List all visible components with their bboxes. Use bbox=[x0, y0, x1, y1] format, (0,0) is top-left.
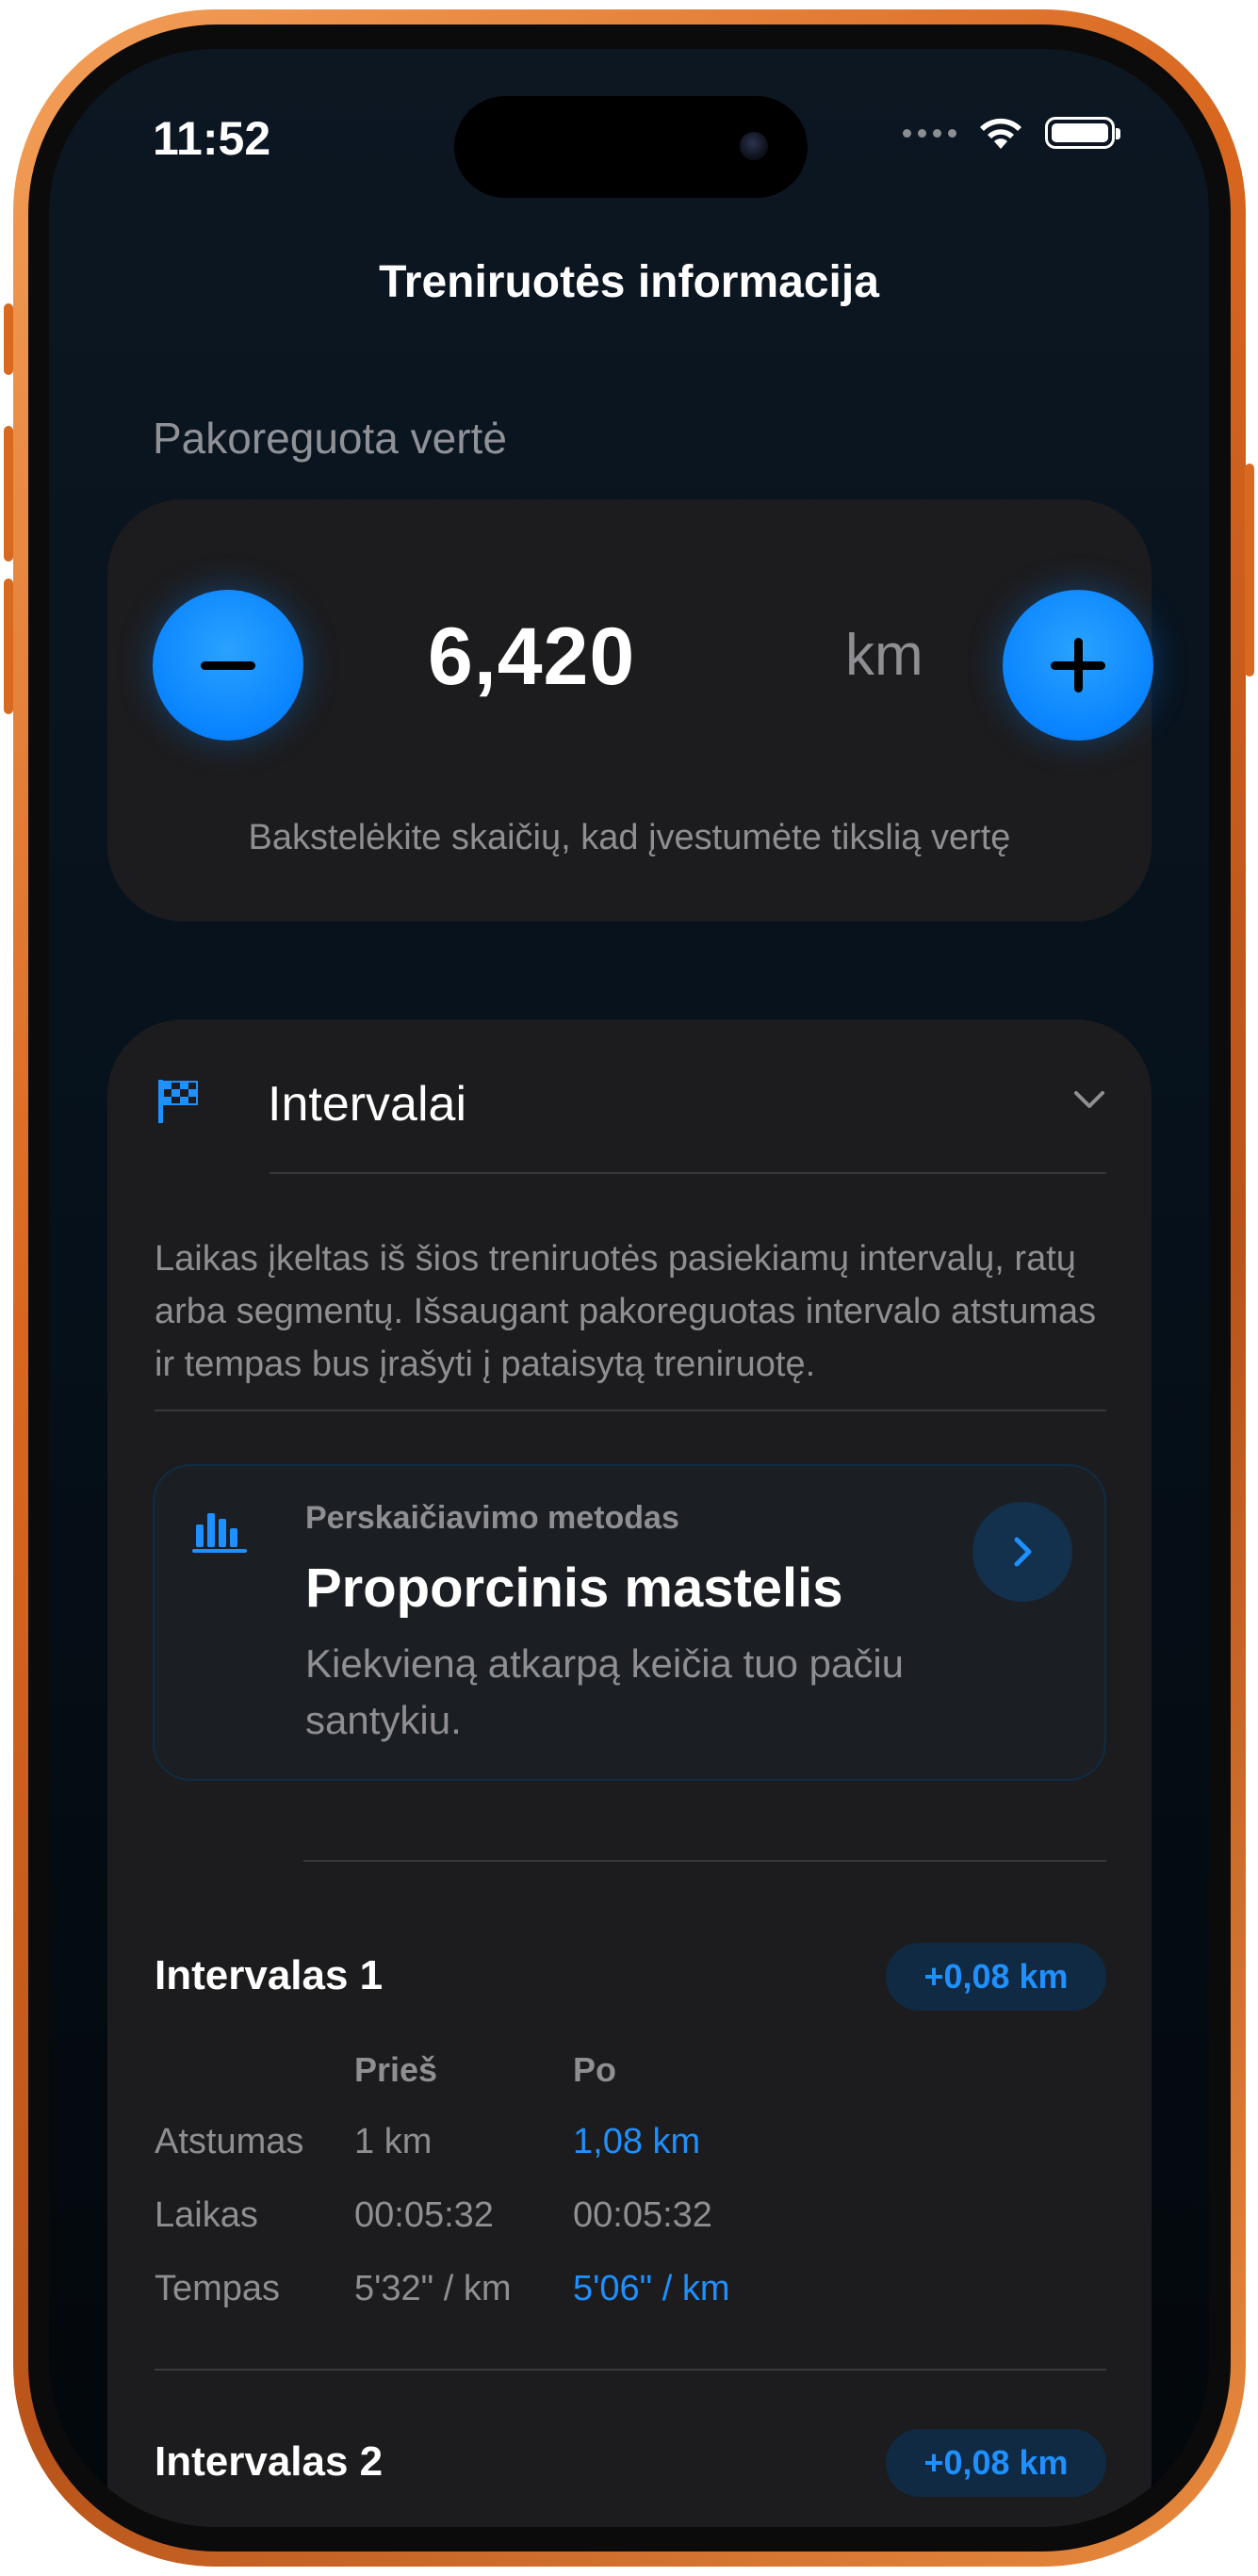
intervals-description: Laikas įkeltas iš šios treniruotės pasie… bbox=[155, 1239, 1097, 1384]
recalc-method-selector[interactable]: Perskaičiavimo metodas Proporcinis maste… bbox=[153, 1464, 1106, 1781]
method-arrow-button[interactable] bbox=[972, 1502, 1072, 1602]
method-description: Kiekvieną atkarpą keičia tuo pačiu santy… bbox=[305, 1641, 905, 1742]
interval-title: Intervalas 1 bbox=[155, 1952, 384, 1998]
value-after: 1,08 km bbox=[573, 2122, 701, 2161]
value-before: 00:05:32 bbox=[354, 2195, 494, 2235]
column-header-after: Po bbox=[573, 2050, 617, 2089]
volume-up-button bbox=[4, 426, 13, 562]
value-before: 5'32" / km bbox=[354, 2269, 512, 2308]
method-title: Proporcinis mastelis bbox=[305, 1557, 843, 1619]
camera-icon bbox=[740, 132, 768, 160]
divider bbox=[155, 1410, 1106, 1411]
status-icons bbox=[903, 115, 1120, 151]
status-time: 11:52 bbox=[153, 112, 271, 165]
wifi-icon bbox=[980, 118, 1021, 149]
section-label: Pakoreguota vertė bbox=[153, 414, 507, 463]
divider bbox=[270, 1172, 1106, 1174]
intervals-card: Intervalai Laikas įkeltas iš šios trenir… bbox=[107, 1019, 1152, 2527]
increment-button[interactable] bbox=[1003, 590, 1153, 741]
decrement-button[interactable] bbox=[153, 590, 303, 741]
minus-icon bbox=[201, 660, 255, 670]
row-label: Atstumas bbox=[155, 2122, 304, 2161]
delta-badge: +0,08 km bbox=[886, 1943, 1106, 2011]
divider bbox=[303, 1860, 1106, 1862]
divider bbox=[155, 2369, 1106, 2371]
checkered-flag-icon bbox=[158, 1080, 198, 1123]
chevron-down-icon[interactable] bbox=[1070, 1085, 1108, 1114]
method-label: Perskaičiavimo metodas bbox=[305, 1500, 679, 1536]
signal-icon bbox=[903, 128, 956, 138]
action-button bbox=[4, 303, 13, 375]
delta-badge: +0,08 km bbox=[886, 2429, 1106, 2497]
intervals-title[interactable]: Intervalai bbox=[268, 1076, 466, 1133]
value-hint: Bakstelėkite skaičių, kad įvestumėte tik… bbox=[248, 818, 1011, 857]
interval-title: Intervalas 2 bbox=[155, 2438, 384, 2485]
row-label: Laikas bbox=[155, 2195, 258, 2235]
value-display[interactable]: 6,420 bbox=[428, 611, 635, 704]
row-label: Tempas bbox=[155, 2269, 281, 2308]
column-header-before: Prieš bbox=[354, 2050, 438, 2089]
power-button bbox=[1245, 464, 1254, 677]
volume-down-button bbox=[4, 579, 13, 714]
dynamic-island bbox=[454, 96, 808, 198]
value-adjuster-card: 6,420 km Bakstelėkite skaičių, kad įvest… bbox=[107, 499, 1153, 921]
screen: 11:52 Treniruotės informacija Pakoreguot… bbox=[49, 49, 1209, 2527]
battery-icon bbox=[1045, 117, 1120, 149]
page-title: Treniruotės informacija bbox=[379, 257, 879, 307]
value-before: 1 km bbox=[354, 2122, 433, 2161]
chevron-right-icon bbox=[1014, 1537, 1032, 1567]
value-after: 00:05:32 bbox=[573, 2195, 712, 2235]
bar-chart-icon bbox=[192, 1513, 247, 1553]
value-unit: km bbox=[845, 623, 923, 688]
value-after: 5'06" / km bbox=[573, 2269, 730, 2308]
